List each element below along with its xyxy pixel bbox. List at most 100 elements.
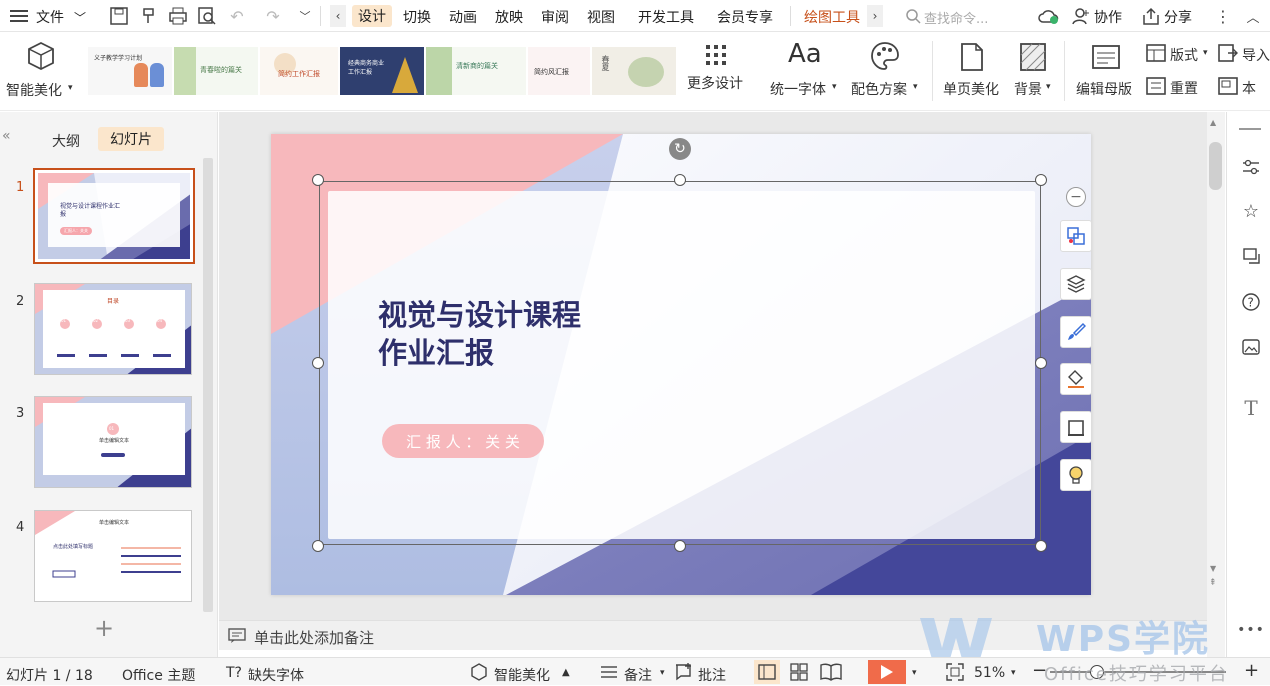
more-design-button[interactable]: 更多设计 (687, 73, 743, 93)
search-input[interactable]: 查找命令... (924, 8, 988, 27)
slide-sorter-icon[interactable] (790, 663, 808, 685)
dropdown-arrow-icon[interactable]: ▾ (913, 82, 918, 92)
fill-color-icon[interactable] (1060, 363, 1092, 395)
tabs-scroll-left-icon[interactable]: ‹ (330, 5, 346, 27)
smart-beautify-icon[interactable] (26, 41, 56, 75)
smart-beautify-status-icon[interactable] (470, 663, 488, 685)
design-template-thumb[interactable]: 经典商务商业工作汇报 (340, 47, 424, 95)
star-icon[interactable]: ☆ (1240, 200, 1262, 222)
dropdown-arrow-icon[interactable]: ▾ (660, 668, 665, 678)
save-icon[interactable] (108, 5, 130, 27)
text-icon[interactable]: T (1240, 396, 1262, 420)
thumbnail-scrollbar[interactable] (203, 158, 213, 612)
redo-icon[interactable]: ↷ (262, 5, 284, 27)
import-icon[interactable] (1218, 44, 1238, 66)
resize-handle[interactable] (1035, 174, 1047, 186)
properties-icon[interactable] (1240, 156, 1262, 178)
slide-thumbnail-2[interactable]: 目录 01 02 03 04 (34, 283, 192, 375)
notes-status-icon[interactable] (600, 664, 618, 684)
border-style-icon[interactable] (1060, 411, 1092, 443)
collapse-panel-icon[interactable]: « (2, 128, 11, 144)
dropdown-arrow-icon[interactable]: ▾ (912, 668, 917, 678)
this-button[interactable]: 本 (1242, 78, 1256, 98)
comment-icon[interactable] (674, 662, 694, 686)
more-options-icon[interactable]: ⋮ (1212, 5, 1234, 27)
notes-page-icon[interactable] (1218, 77, 1238, 99)
notes-status-button[interactable]: 备注 (624, 665, 652, 685)
vertical-scrollbar[interactable]: ▲ ▼ ⇞ (1207, 112, 1225, 657)
dropdown-arrow-icon[interactable]: ▾ (1203, 48, 1208, 58)
replace-image-icon[interactable] (1060, 220, 1092, 252)
help-icon[interactable]: ? (1240, 291, 1262, 313)
scroll-down-icon[interactable]: ▼ (1210, 564, 1216, 573)
grid-icon[interactable] (706, 45, 726, 69)
tab-transition[interactable]: 切换 (403, 7, 431, 27)
master-slide-icon[interactable] (1092, 45, 1120, 73)
format-painter-icon[interactable] (138, 5, 160, 27)
import-button[interactable]: 导入 (1242, 45, 1270, 65)
dropdown-arrow-icon[interactable]: ▾ (1046, 82, 1051, 92)
print-icon[interactable] (167, 5, 189, 27)
quick-access-more-icon[interactable]: ﹀ (294, 5, 316, 27)
dropdown-arrow-icon[interactable]: ▾ (832, 82, 837, 92)
zoom-level[interactable]: 51% (974, 665, 1005, 681)
tab-review[interactable]: 审阅 (541, 7, 569, 27)
more-icon[interactable]: ••• (1237, 619, 1264, 641)
file-menu[interactable]: 文件 (36, 7, 64, 27)
tab-design[interactable]: 设计 (352, 5, 392, 27)
design-template-thumb[interactable]: 义子教学学习计划 (88, 47, 172, 95)
tab-developer[interactable]: 开发工具 (638, 7, 694, 27)
reset-icon[interactable] (1146, 77, 1166, 99)
undo-icon[interactable]: ↶ (226, 5, 248, 27)
reading-view-icon[interactable] (820, 663, 842, 685)
resize-handle[interactable] (1035, 540, 1047, 552)
share-icon[interactable] (1140, 5, 1162, 27)
notes-placeholder[interactable]: 单击此处添加备注 (254, 627, 374, 648)
theme-name[interactable]: Office 主题 (122, 665, 195, 685)
unify-font-button[interactable]: 统一字体 (770, 79, 826, 99)
image-effects-icon[interactable] (1240, 336, 1262, 358)
collapse-ribbon-icon[interactable]: ︿ (1242, 5, 1264, 27)
resize-handle[interactable] (1035, 357, 1047, 369)
add-user-icon[interactable] (1070, 5, 1092, 27)
brush-icon[interactable] (1060, 316, 1092, 348)
add-slide-button[interactable]: + (94, 614, 114, 642)
cloud-sync-icon[interactable] (1038, 5, 1060, 27)
missing-font-button[interactable]: 缺失字体 (248, 665, 304, 685)
color-scheme-button[interactable]: 配色方案 (851, 79, 907, 99)
resize-handle[interactable] (312, 357, 324, 369)
normal-view-icon[interactable] (754, 660, 780, 684)
rotate-handle-icon[interactable]: ↻ (669, 138, 691, 160)
hamburger-menu-icon[interactable] (8, 5, 30, 27)
tab-outline[interactable]: 大纲 (52, 131, 80, 151)
slide-thumbnail-3[interactable]: 01 单击编辑文本 (34, 396, 192, 488)
switch-icon[interactable] (1240, 245, 1262, 267)
comments-button[interactable]: 批注 (698, 665, 726, 685)
page-icon[interactable] (960, 43, 984, 75)
tabs-scroll-right-icon[interactable]: › (867, 5, 883, 27)
background-icon[interactable] (1020, 43, 1046, 75)
resize-handle[interactable] (312, 540, 324, 552)
design-template-thumb[interactable]: 简约风汇报 (528, 47, 590, 95)
resize-handle[interactable] (674, 174, 686, 186)
dropdown-arrow-icon[interactable]: ▾ (1011, 668, 1016, 678)
scrollbar-thumb[interactable] (1209, 142, 1222, 190)
design-template-thumb[interactable]: 青春啦的篇关 (174, 47, 258, 95)
previous-slide-icon[interactable]: ⇞ (1209, 578, 1217, 588)
tab-animation[interactable]: 动画 (449, 7, 477, 27)
smart-beautify-status-button[interactable]: 智能美化 (494, 665, 550, 685)
tab-slides[interactable]: 幻灯片 (98, 127, 164, 151)
collapse-toolbar-icon[interactable]: − (1066, 187, 1086, 207)
scroll-up-icon[interactable]: ▲ (1210, 118, 1216, 127)
tab-view[interactable]: 视图 (587, 7, 615, 27)
resize-handle[interactable] (312, 174, 324, 186)
tab-member[interactable]: 会员专享 (717, 7, 773, 27)
expand-up-icon[interactable]: ▲ (562, 667, 570, 678)
selection-frame[interactable] (319, 181, 1041, 545)
page-beautify-button[interactable]: 单页美化 (943, 79, 999, 99)
tab-drawing-tools[interactable]: 绘图工具 (804, 7, 860, 27)
layout-icon[interactable] (1146, 44, 1166, 66)
font-aa-icon[interactable]: Aa (788, 39, 822, 69)
smart-beautify-button[interactable]: 智能美化 (6, 80, 62, 100)
slide-thumbnail-1[interactable]: 视觉与设计课程作业汇报 汇报人：关关 (33, 168, 195, 264)
